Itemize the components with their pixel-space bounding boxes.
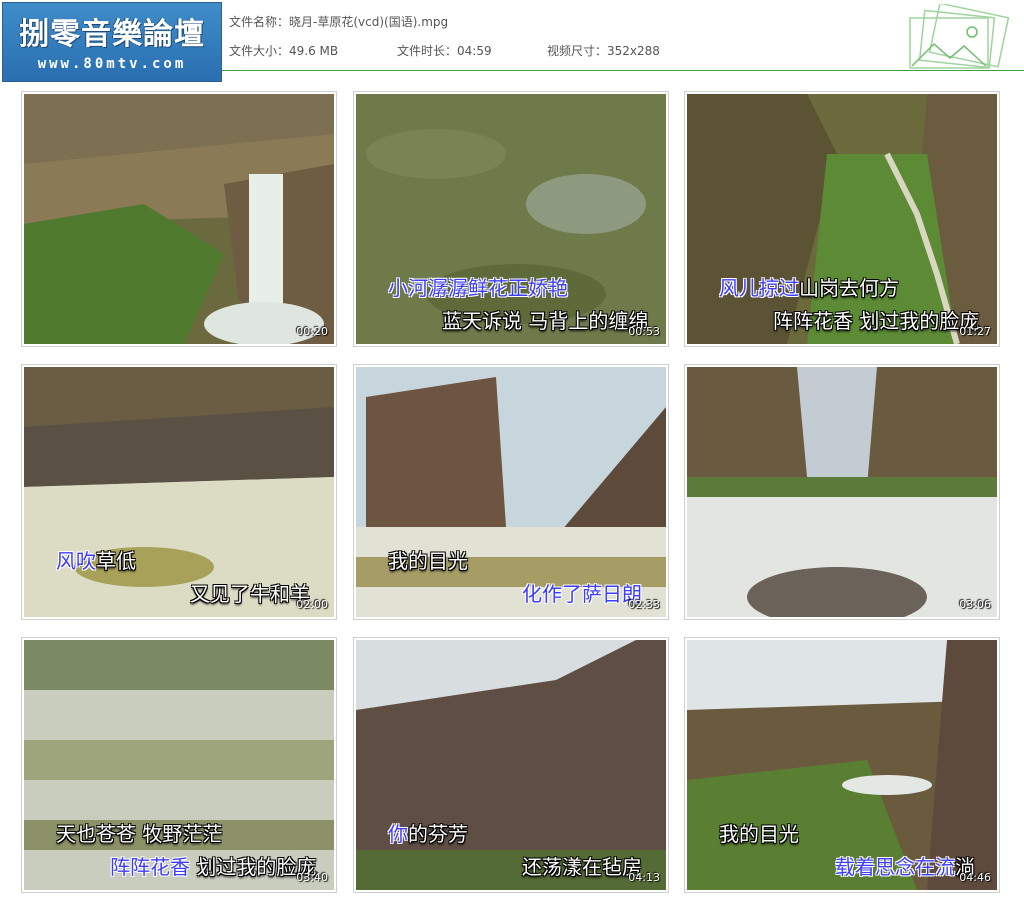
lyric-line-1: 风儿掠过山岗去何方 bbox=[719, 276, 899, 300]
lyric-line-2: 还荡漾在毡房 bbox=[522, 855, 642, 879]
gorge-waterfall-scene bbox=[687, 367, 997, 617]
lyric-line-1: 我的目光 bbox=[388, 549, 468, 573]
file-duration-value: 04:59 bbox=[457, 44, 492, 58]
thumbnail-frame[interactable]: 00:20 bbox=[21, 91, 337, 347]
timestamp: 04:13 bbox=[628, 871, 660, 884]
timestamp: 03:06 bbox=[959, 598, 991, 611]
file-duration-label: 文件时长： bbox=[397, 44, 458, 58]
thumbnail-frame[interactable]: 我的目光 载着思念在流淌 04:46 bbox=[684, 637, 1000, 893]
timestamp: 02:33 bbox=[628, 598, 660, 611]
thumbnail-image: 风儿掠过山岗去何方 阵阵花香 划过我的脸庞 01:27 bbox=[687, 94, 997, 344]
thumbnail-image: 我的目光 载着思念在流淌 04:46 bbox=[687, 640, 997, 890]
timestamp: 04:46 bbox=[959, 871, 991, 884]
lyric-line-2: 化作了萨日朗 bbox=[522, 582, 642, 606]
file-duration: 文件时长：04:59 bbox=[397, 42, 492, 59]
video-dimensions-value: 352x288 bbox=[607, 44, 660, 58]
file-size-value: 49.6 MB bbox=[289, 44, 339, 58]
file-name-value: 晓月-草原花(vcd)(国语).mpg bbox=[289, 15, 449, 29]
thumbnail-frame[interactable]: 风儿掠过山岗去何方 阵阵花香 划过我的脸庞 01:27 bbox=[684, 91, 1000, 347]
logo-title: 捌零音樂論壇 bbox=[19, 17, 205, 52]
logo-url: www.80mtv.com bbox=[37, 56, 187, 72]
timestamp: 01:27 bbox=[959, 325, 991, 338]
lyric-line-2: 载着思念在流淌 bbox=[835, 855, 975, 879]
lyric-line-1: 小河潺潺鲜花正娇艳 bbox=[388, 276, 568, 300]
timestamp: 02:00 bbox=[296, 598, 328, 611]
thumbnail-image: 天也苍苍 牧野茫茫 阵阵花香 划过我的脸庞 03:40 bbox=[24, 640, 334, 890]
lyric-line-1: 天也苍苍 牧野茫茫 bbox=[56, 822, 223, 846]
video-dimensions-label: 视频尺寸： bbox=[547, 44, 608, 58]
thumbnail-image: 你的芬芳 还荡漾在毡房 04:13 bbox=[356, 640, 666, 890]
header-divider bbox=[222, 70, 1024, 71]
file-size-label: 文件大小： bbox=[229, 44, 290, 58]
thumbnail-frame[interactable]: 我的目光 化作了萨日朗 02:33 bbox=[353, 364, 669, 620]
timestamp: 00:53 bbox=[628, 325, 660, 338]
thumbnail-frame[interactable]: 风吹草低 又见了牛和羊 02:00 bbox=[21, 364, 337, 620]
file-name: 文件名称：晓月-草原花(vcd)(国语).mpg bbox=[229, 13, 448, 30]
video-dimensions: 视频尺寸：352x288 bbox=[547, 42, 660, 59]
file-size: 文件大小：49.6 MB bbox=[229, 42, 338, 59]
lyric-line-1: 你的芬芳 bbox=[388, 822, 468, 846]
lyric-line-1: 风吹草低 bbox=[56, 549, 136, 573]
picture-stack-icon bbox=[909, 4, 1010, 69]
lyric-line-2: 又见了牛和羊 bbox=[190, 582, 310, 606]
thumbnail-image: 03:06 bbox=[687, 367, 997, 617]
thumbnail-image: 小河潺潺鲜花正娇艳 蓝天诉说 马背上的缠绵 00:53 bbox=[356, 94, 666, 344]
thumbnail-frame[interactable]: 你的芬芳 还荡漾在毡房 04:13 bbox=[353, 637, 669, 893]
thumbnail-image: 00:20 bbox=[24, 94, 334, 344]
thumbnail-frame[interactable]: 天也苍苍 牧野茫茫 阵阵花香 划过我的脸庞 03:40 bbox=[21, 637, 337, 893]
timestamp: 00:20 bbox=[296, 325, 328, 338]
thumbnail-frame[interactable]: 03:06 bbox=[684, 364, 1000, 620]
lyric-line-2: 蓝天诉说 马背上的缠绵 bbox=[442, 309, 649, 333]
lyric-line-2: 阵阵花香 划过我的脸庞 bbox=[110, 855, 317, 879]
timestamp: 03:40 bbox=[296, 871, 328, 884]
thumbnail-frame[interactable]: 小河潺潺鲜花正娇艳 蓝天诉说 马背上的缠绵 00:53 bbox=[353, 91, 669, 347]
thumbnail-image: 风吹草低 又见了牛和羊 02:00 bbox=[24, 367, 334, 617]
header: 捌零音樂論壇 www.80mtv.com 文件名称：晓月-草原花(vcd)(国语… bbox=[0, 0, 1024, 82]
site-logo: 捌零音樂論壇 www.80mtv.com bbox=[2, 2, 222, 82]
file-name-label: 文件名称： bbox=[229, 15, 290, 29]
thumbnail-image: 我的目光 化作了萨日朗 02:33 bbox=[356, 367, 666, 617]
waterfall-scene bbox=[24, 94, 334, 344]
lyric-line-2: 阵阵花香 划过我的脸庞 bbox=[773, 309, 980, 333]
lyric-line-1: 我的目光 bbox=[719, 822, 799, 846]
